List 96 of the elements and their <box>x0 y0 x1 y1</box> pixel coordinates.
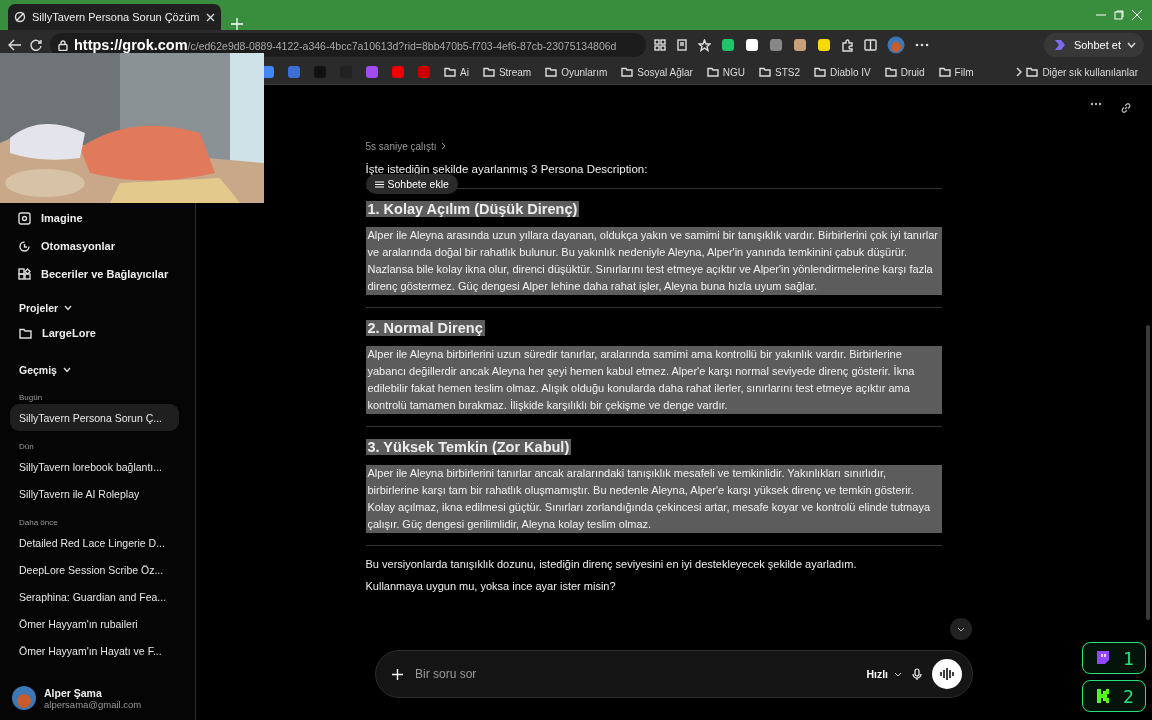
section-header[interactable]: Projeler <box>10 296 181 320</box>
list-icon <box>374 180 384 188</box>
caret-icon <box>894 671 902 677</box>
message-text: Kullanmaya uygun mu, yoksa ince ayar ister misin? <box>365 580 617 592</box>
user-name: Alper Şama <box>44 686 103 699</box>
paragraph: Alper ile Aleyna arasında uzun yıllara dayanan, oldukça yakın ve samimi bir tanışıklık vardır. Birbirlerini çok iyi tanırlar ve aralarında doğal bir rahatlık bulunur. Bu yakınlık nedeniyle Aleyna, Alper'in yanında temkinini çabuk düşürür. Nazlansa bile kolay ikna olur, direnci düşüktür. Sınırlarını test etmeye açıktır ve Alper'in yönlendirmelerine karşı fazla direnç göstermez. Güç dengesi Alper lehine daha rahat işler, Aleyna buna hızla uyum sağlar. <box>365 227 942 295</box>
history-item[interactable]: SillyTavern Persona Sorun Ç... <box>10 404 179 431</box>
folder-icon <box>19 327 32 339</box>
history-item[interactable]: DeepLore Session Scribe Öz... <box>10 556 181 583</box>
history-item[interactable]: SillyTavern ile AI Roleplay <box>10 480 181 507</box>
copilot-button[interactable]: Sohbet et <box>1043 33 1144 57</box>
image-icon <box>18 211 31 225</box>
bookmark-folder[interactable]: Stream <box>482 66 532 78</box>
avatar-icon[interactable] <box>12 686 36 710</box>
microphone-icon[interactable] <box>912 667 922 681</box>
restore-icon[interactable] <box>1114 10 1124 20</box>
chevron-right-icon[interactable] <box>1016 67 1023 77</box>
chevron-right-icon <box>440 142 446 150</box>
section-heading: 2. Normal Direnç <box>365 320 485 336</box>
folder-icon <box>884 67 897 77</box>
history-item[interactable]: Detailed Red Lace Lingerie D... <box>10 529 181 556</box>
folder-icon <box>759 67 772 77</box>
folder-icon <box>545 67 558 77</box>
url-text: https://grok.com/c/ed62e9d8-0889-4122-a346-4bcc7a10613d?rid=8bb470b5-f703-4ef6-87cb-23075134806d <box>74 37 617 53</box>
add-to-chat-button[interactable]: Sohbete ekle <box>365 174 458 194</box>
group-label: Bugün <box>18 391 44 404</box>
close-icon[interactable] <box>205 12 215 22</box>
address-bar[interactable]: https://grok.com/c/ed62e9d8-0889-4122-a346-4bcc7a10613d?rid=8bb470b5-f703-4ef6-87cb-23075134806d <box>50 33 646 57</box>
folder-icon <box>814 67 827 77</box>
bookmark-folder[interactable]: Ai <box>444 66 469 78</box>
voice-button[interactable] <box>932 659 962 689</box>
project-item[interactable]: LargeLore <box>10 320 181 346</box>
stream-badge: 1 <box>1082 642 1146 674</box>
reload-icon[interactable] <box>30 39 42 51</box>
sidebar-item[interactable]: Otomasyonlar <box>10 232 181 260</box>
avatar-icon[interactable] <box>887 36 905 54</box>
sidebar-item[interactable]: Beceriler ve Bağlayıcılar <box>10 260 181 288</box>
bookmark-folder[interactable]: STS2 <box>759 66 801 78</box>
section-heading: 1. Kolay Açılım (Düşük Direnç) <box>365 201 580 217</box>
bookmark-folder[interactable]: Film <box>938 66 974 78</box>
grok-logo-icon <box>14 11 26 23</box>
chevron-down-icon <box>957 626 965 632</box>
blocks-icon <box>18 267 31 281</box>
history-item[interactable]: Seraphina: Guardian and Fea... <box>10 583 181 610</box>
site-favicon-icon[interactable] <box>288 66 300 78</box>
link-icon[interactable] <box>1120 102 1132 114</box>
bookmark-folder[interactable]: Diablo IV <box>814 66 871 78</box>
more-icon[interactable] <box>1090 102 1102 106</box>
chat-bubble-icon <box>1095 650 1111 666</box>
grid-icon[interactable] <box>654 39 666 51</box>
folder-icon <box>621 67 634 77</box>
user-email: alpersama@gmail.com <box>44 698 142 710</box>
folder-icon <box>938 67 951 77</box>
history-item[interactable]: SillyTavern lorebook bağlantı... <box>10 453 181 480</box>
split-screen-icon[interactable] <box>864 39 877 51</box>
history-item[interactable]: Ömer Hayyam'ın rubaileri <box>10 610 181 637</box>
lock-icon <box>58 39 68 51</box>
paragraph: Alper ile Aleyna birbirlerini uzun süredir tanırlar, aralarında samimi ama kontrollü bir yakınlık vardır. Birbirlerine yabancı değillerdir ancak Aleyna her şeyi hemen kabul etmez. Alper'e karşı normal seviyede direnç gösterir. İkna edilebilir fakat hemen teslim olmaz. Alışık olduğu konularda daha rahat ilerler, sınırlarını test etmeye açıktır ama kontrolü tamamen bırakmaz. İlişkide karşılıklı bir çekişme ve denge vardır. <box>365 346 942 414</box>
bookmark-folder[interactable]: Oyunlarım <box>545 66 608 78</box>
puzzle-icon[interactable] <box>841 38 854 52</box>
sidebar-item[interactable]: Imagine <box>10 204 181 232</box>
star-icon[interactable] <box>698 38 711 52</box>
folder-icon <box>1026 67 1039 77</box>
section-heading: 3. Yüksek Temkin (Zor Kabul) <box>365 439 572 455</box>
message-text: İşte istediğin şekilde ayarlanmış 3 Persona Description: <box>365 163 648 175</box>
group-label: Daha önce <box>18 516 59 529</box>
site-favicon-icon[interactable] <box>392 66 404 78</box>
letter-k-icon <box>1095 688 1111 704</box>
back-icon[interactable] <box>8 39 22 51</box>
plus-icon[interactable] <box>392 668 403 680</box>
site-favicon-icon[interactable] <box>366 66 378 78</box>
more-icon[interactable] <box>915 43 929 47</box>
site-favicon-icon[interactable] <box>418 66 430 78</box>
bookmark-folder[interactable]: NGU <box>706 66 746 78</box>
bookmark-folder[interactable]: Druid <box>884 66 925 78</box>
history-item[interactable]: Ömer Hayyam'ın Hayatı ve F... <box>10 637 181 664</box>
bookmark-folder[interactable]: Diğer sık kullanılanlar <box>1026 66 1138 78</box>
folder-icon <box>482 67 495 77</box>
reader-icon[interactable] <box>676 39 688 51</box>
caret-icon <box>1127 42 1136 48</box>
folder-icon <box>706 67 719 77</box>
browser-tab[interactable]: SillyTavern Persona Sorun Çözüm <box>8 4 221 30</box>
bookmark-folder[interactable]: Sosyal Ağlar <box>621 66 693 78</box>
scrollbar[interactable] <box>1146 325 1150 620</box>
message-text: Bu versiyonlarda tanışıklık dozunu, istediğin direnç seviyesini en iyi destekleyecek şekilde ayarladım. <box>365 558 858 570</box>
folder-icon <box>444 67 456 77</box>
clock-icon <box>18 239 31 253</box>
new-tab-icon[interactable] <box>230 18 243 30</box>
thinking-toggle[interactable]: 5s saniye çalıştı <box>365 136 942 156</box>
section-header[interactable]: Geçmiş <box>10 358 181 382</box>
chat-input[interactable]: Bir soru sor Hızlı <box>375 650 973 698</box>
paragraph: Alper ile Aleyna birbirlerini tanırlar ancak aralarındaki tanışıklık mesafeli ve temkinlidir. Yakınlıkları sınırlıdır, birbirlerine karşı tam bir rahatlık oluşmamıştır. Bu nedenle Aleyna, Alper'e karşı yüksek direnç ve temkin gösterir. Kolay açılmaz, ikna edilmesi güçtür. Sınırları zorlandığında çekincesi artar, mesafe koyar ve kontrolü elinde tutmaya çalışır. Güç dengesi gerilimlidir, Aleyna kolay teslim olmaz. <box>365 465 942 533</box>
mode-selector[interactable]: Hızlı <box>866 668 902 680</box>
waveform-icon <box>939 667 955 681</box>
group-label: Dün <box>18 440 35 453</box>
stream-badge: 2 <box>1082 680 1146 712</box>
